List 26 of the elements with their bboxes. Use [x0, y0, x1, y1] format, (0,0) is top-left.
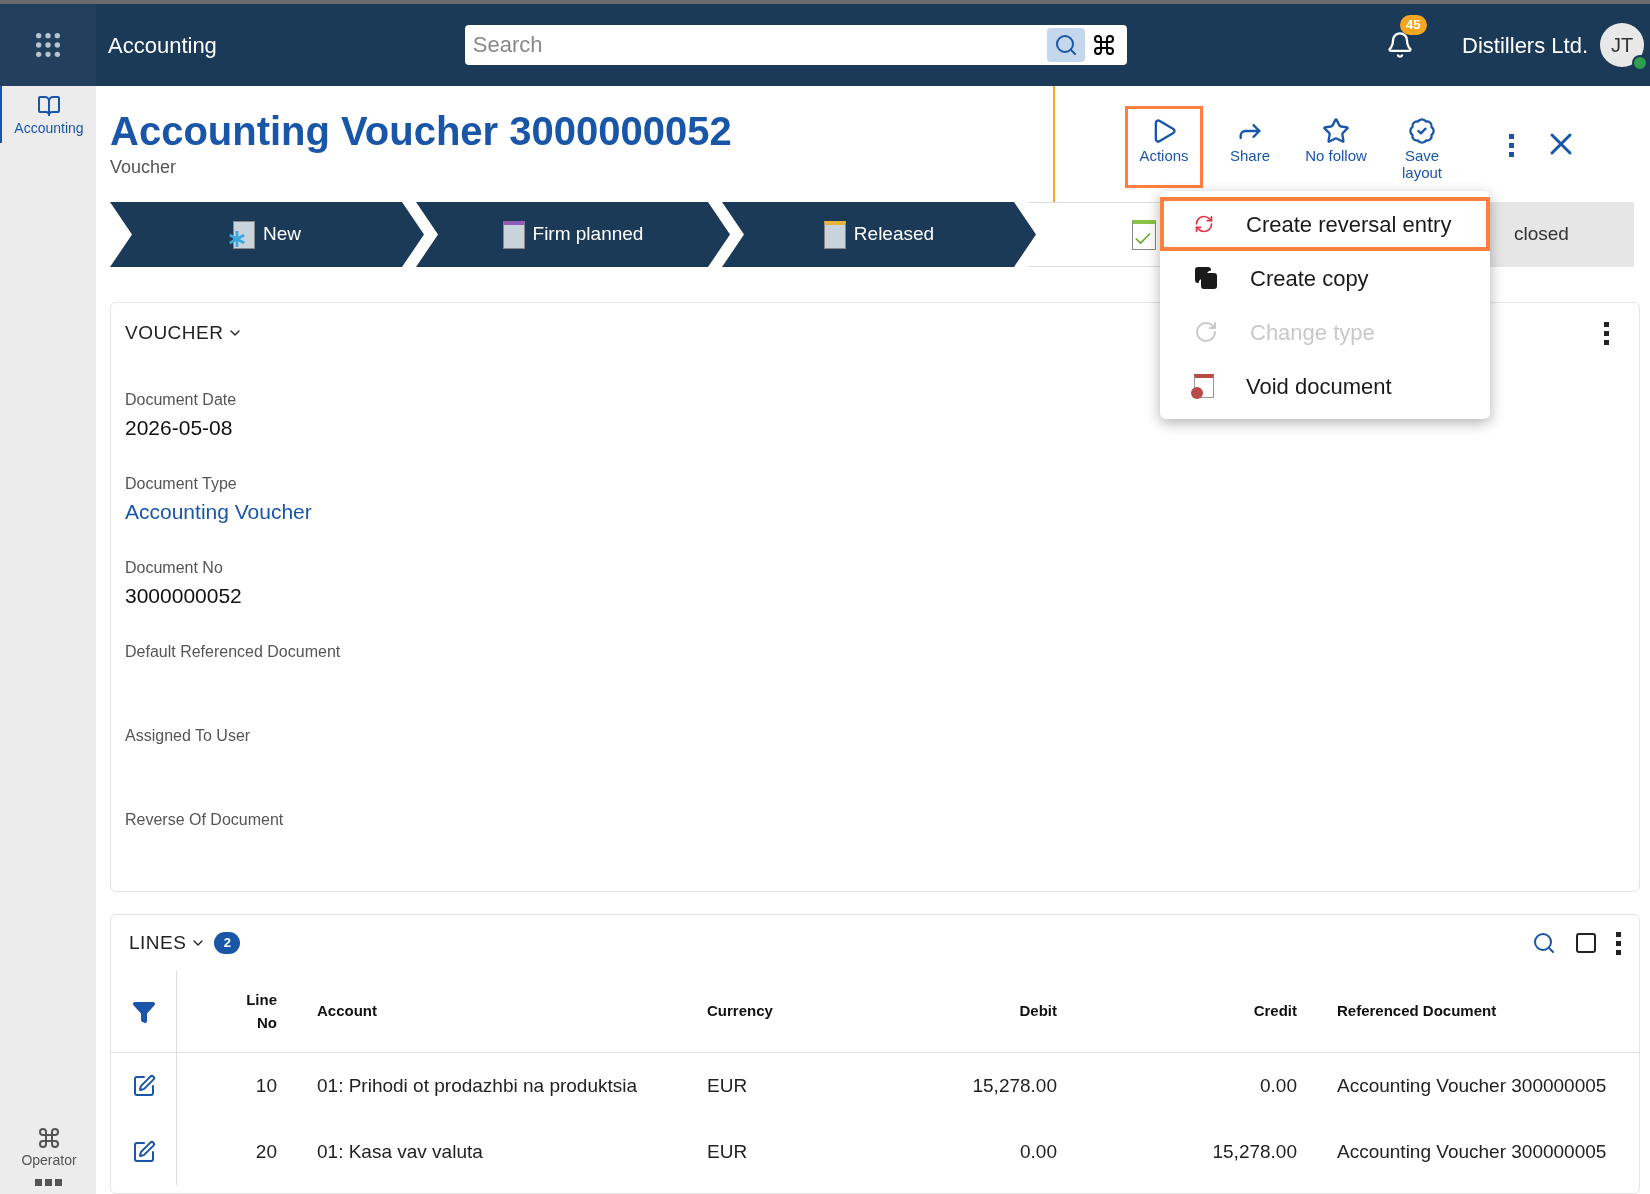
field-value: 2026-05-08 [125, 414, 233, 441]
field-label: Assigned To User [125, 725, 252, 746]
notification-count: 45 [1400, 15, 1427, 35]
table-cell-text: 10 [255, 1073, 277, 1098]
table-cell-text: EUR [707, 1139, 748, 1164]
field-label: Default Referenced Document [125, 641, 342, 662]
table-cell-text: EUR [707, 1073, 748, 1098]
table-cell-text: Accounting Voucher 300000005 [1337, 1073, 1607, 1098]
table-cell-text: 20 [255, 1139, 277, 1164]
table-cell-text: 0.00 [1260, 1073, 1297, 1098]
table-cell-text: 01: Kasa vav valuta [317, 1139, 483, 1164]
table-cell-text: 0.00 [1020, 1139, 1057, 1164]
table-cell-text: 15,278.00 [972, 1073, 1057, 1098]
table-cell-text: Accounting Voucher 300000005 [1337, 1139, 1607, 1164]
field-label: Document Type [125, 473, 238, 494]
field-label: Document Date [125, 389, 238, 410]
field-label: Document No [125, 557, 224, 578]
line-count: 2 [214, 932, 241, 954]
company-name: Distillers Ltd. [1462, 31, 1588, 60]
page-subtitle: Voucher [110, 156, 178, 179]
app-title: Accounting [108, 31, 217, 60]
field-label: Reverse Of Document [125, 809, 285, 830]
field-value: 3000000052 [125, 582, 242, 609]
page-title: Accounting Voucher 3000000052 [110, 108, 733, 154]
table-cell-text: 15,278.00 [1212, 1139, 1297, 1164]
table-cell-text: 01: Prihodi ot prodazhbi na produktsia [317, 1073, 638, 1098]
